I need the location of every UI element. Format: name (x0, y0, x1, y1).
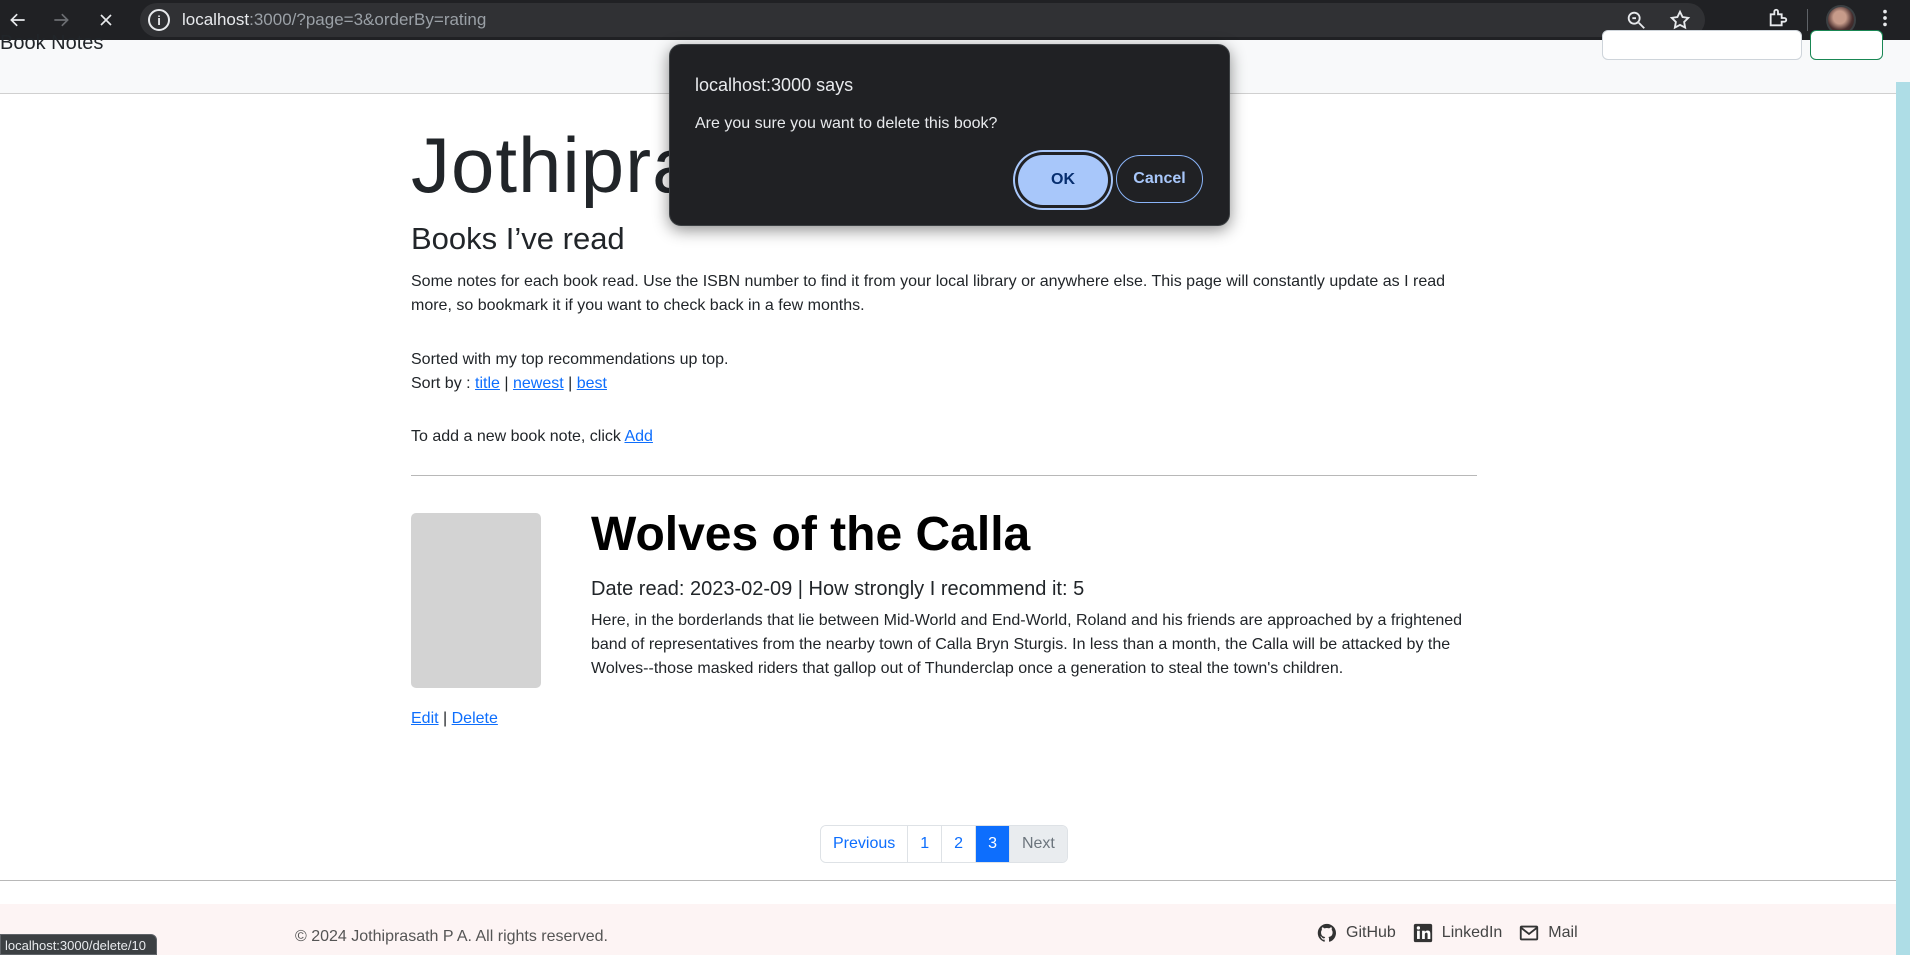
dialog-ok-button[interactable]: OK (1018, 155, 1108, 205)
dialog-title: localhost:3000 says (695, 75, 854, 95)
sort-by-line: Sort by : title | newest | best (411, 372, 607, 396)
github-link[interactable]: GitHub (1316, 922, 1396, 944)
pagination-page-1[interactable]: 1 (908, 826, 943, 862)
sort-separator: | (563, 375, 577, 392)
sort-title-link[interactable]: title (475, 375, 500, 392)
book-title: Wolves of the Calla (591, 508, 1031, 561)
mail-label: Mail (1548, 924, 1578, 941)
pagination-previous[interactable]: Previous (821, 826, 909, 862)
address-bar[interactable]: i localhost:3000/?page=3&orderBy=rating (140, 3, 1705, 37)
add-book-line: To add a new book note, click Add (411, 425, 653, 449)
book-cover-image (411, 513, 541, 688)
action-separator: | (438, 710, 452, 727)
site-info-icon[interactable]: i (148, 9, 170, 31)
linkedin-link[interactable]: LinkedIn (1412, 922, 1503, 944)
url-text[interactable]: localhost:3000/?page=3&orderBy=rating (182, 10, 486, 30)
linkedin-icon (1413, 923, 1432, 943)
pagination-next: Next (1009, 826, 1067, 862)
mail-icon (1520, 925, 1539, 941)
page-subtitle: Books I’ve read (411, 221, 625, 256)
footer-links: GitHub LinkedIn Mail (1316, 922, 1578, 944)
dialog-message: Are you sure you want to delete this boo… (695, 115, 998, 132)
pagination: Previous 1 2 3 Next (820, 825, 1068, 863)
navbar-search-button[interactable] (1810, 30, 1883, 60)
footer (0, 904, 1896, 955)
mail-link[interactable]: Mail (1518, 922, 1578, 944)
navbar-brand[interactable]: Book Notes (0, 32, 103, 55)
intro-text: Some notes for each book read. Use the I… (411, 273, 1446, 314)
sort-newest-link[interactable]: newest (513, 375, 564, 392)
github-icon (1317, 923, 1336, 942)
sort-by-label: Sort by : (411, 375, 476, 392)
confirm-dialog: localhost:3000 says Are you sure you wan… (669, 44, 1230, 226)
toolbar-divider (1807, 9, 1808, 31)
dialog-cancel-button[interactable]: Cancel (1116, 155, 1203, 203)
status-bar-url: localhost:3000/delete/10 (0, 934, 157, 955)
navbar-search-input[interactable] (1602, 30, 1802, 60)
book-meta: Date read: 2023-02-09 | How strongly I r… (591, 578, 1085, 600)
delete-book-link[interactable]: Delete (452, 710, 498, 727)
footer-divider (0, 880, 1896, 881)
github-label: GitHub (1346, 924, 1396, 941)
book-actions: Edit | Delete (411, 707, 498, 731)
sort-separator: | (499, 375, 513, 392)
sorted-text: Sorted with my top recommendations up to… (411, 351, 729, 368)
page-scrollbar[interactable] (1896, 82, 1910, 955)
footer-copyright: © 2024 Jothiprasath P A. All rights rese… (295, 928, 608, 945)
add-book-text: To add a new book note, click (411, 428, 625, 445)
add-book-link[interactable]: Add (624, 428, 652, 445)
divider (411, 475, 1477, 476)
sort-best-link[interactable]: best (577, 375, 607, 392)
linkedin-label: LinkedIn (1441, 924, 1503, 941)
edit-book-link[interactable]: Edit (411, 710, 439, 727)
book-description: Here, in the borderlands that lie betwee… (591, 612, 1463, 677)
pagination-page-3[interactable]: 3 (976, 826, 1010, 862)
pagination-page-2[interactable]: 2 (942, 826, 977, 862)
